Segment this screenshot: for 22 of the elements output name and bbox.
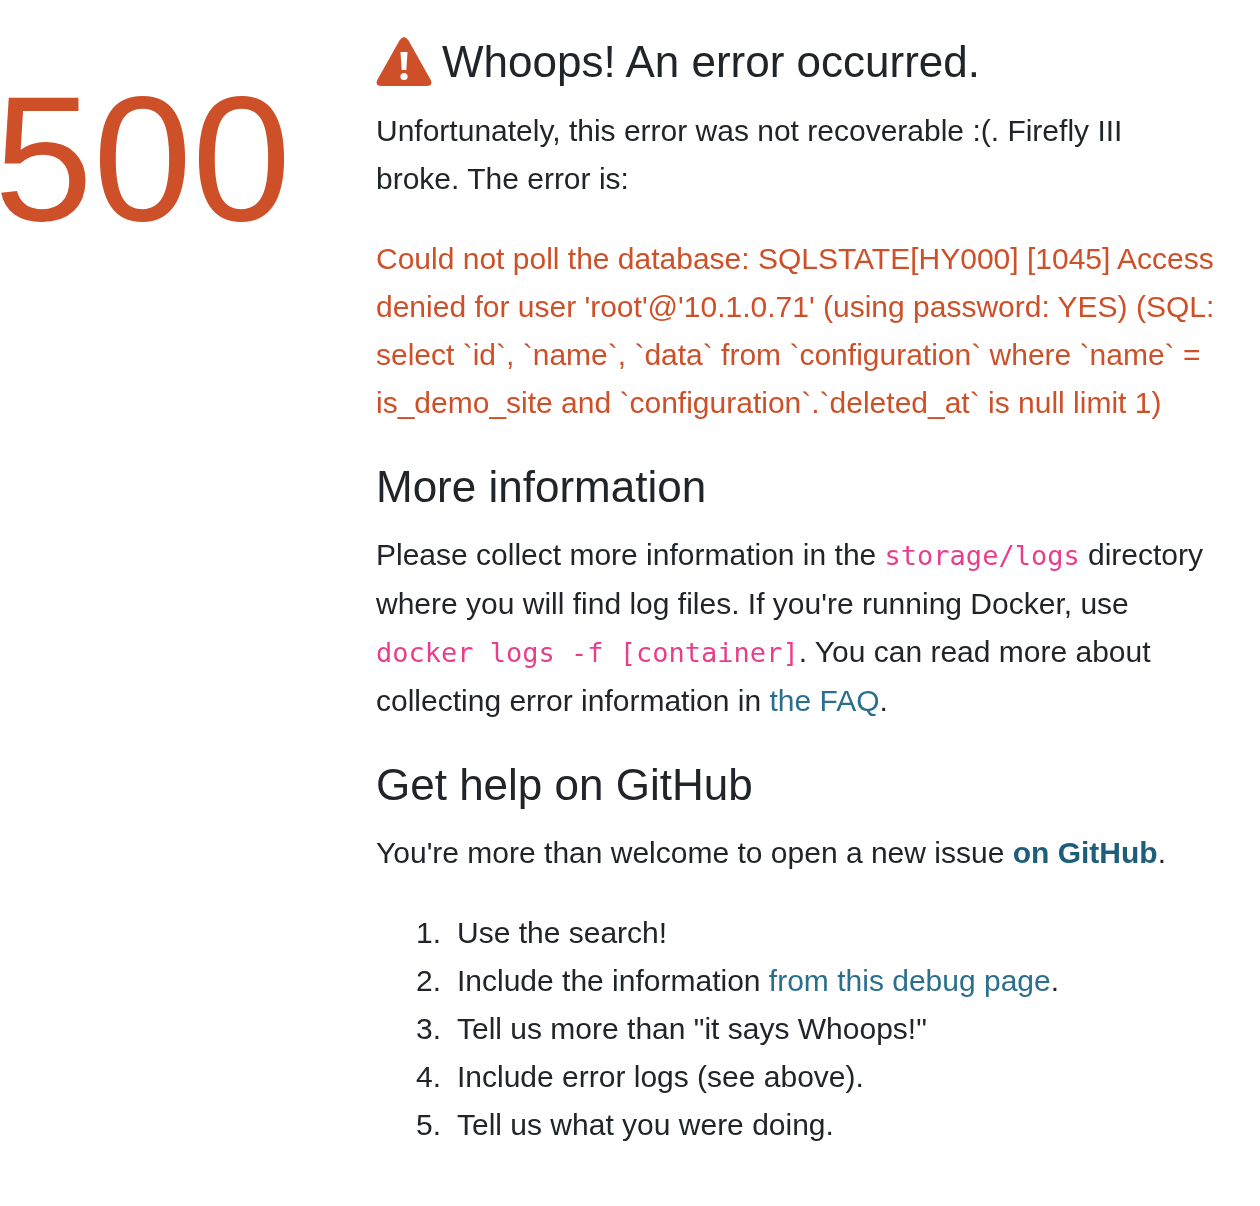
- section-heading: More information: [376, 463, 708, 511]
- warning-icon: [376, 37, 432, 87]
- status-code: 500: [0, 70, 291, 248]
- error-message: Could not poll the database: SQLSTATE[HY000] [1045] Access denied for user 'root'@'10.1.0.71' (using password: YES) (SQL: select `id`, `name`, `data` from `configuration` where `name` = is_demo_site and `configuration`.`deleted_at` is null limit 1): [376, 241, 1216, 421]
- section-heading: Get help on GitHub: [376, 761, 754, 809]
- text-link[interactable]: the FAQ: [769, 684, 880, 717]
- text-link[interactable]: from this debug page: [768, 964, 1051, 997]
- section-text: Please collect more information in the storage/logs directory where you will find log files. If you're running Docker, use docker logs -f [container]. You can read more about collecting error information in the FAQ.: [376, 537, 1205, 719]
- list-number: 4.: [416, 1060, 442, 1093]
- list-number: 2.: [416, 964, 442, 997]
- list-item-text: Tell us more than "it says Whoops!": [457, 1011, 927, 1047]
- list-number: 3.: [416, 1012, 442, 1045]
- list-item-text: Include error logs (see above).: [457, 1059, 864, 1095]
- page-title: Whoops! An error occurred.: [442, 36, 980, 88]
- intro-text: Unfortunately, this error was not recoverable :(. Firefly III broke. The error is:: [376, 113, 1124, 197]
- list-item-text: Include the information from this debug page.: [457, 963, 1060, 999]
- text-link[interactable]: on GitHub: [1012, 836, 1158, 869]
- list-number: 5.: [416, 1108, 442, 1141]
- list-item-text: Use the search!: [457, 915, 668, 951]
- list-item-text: Tell us what you were doing.: [457, 1107, 834, 1143]
- section-text: You're more than welcome to open a new issue on GitHub.: [376, 835, 1167, 871]
- list-number: 1.: [416, 916, 442, 949]
